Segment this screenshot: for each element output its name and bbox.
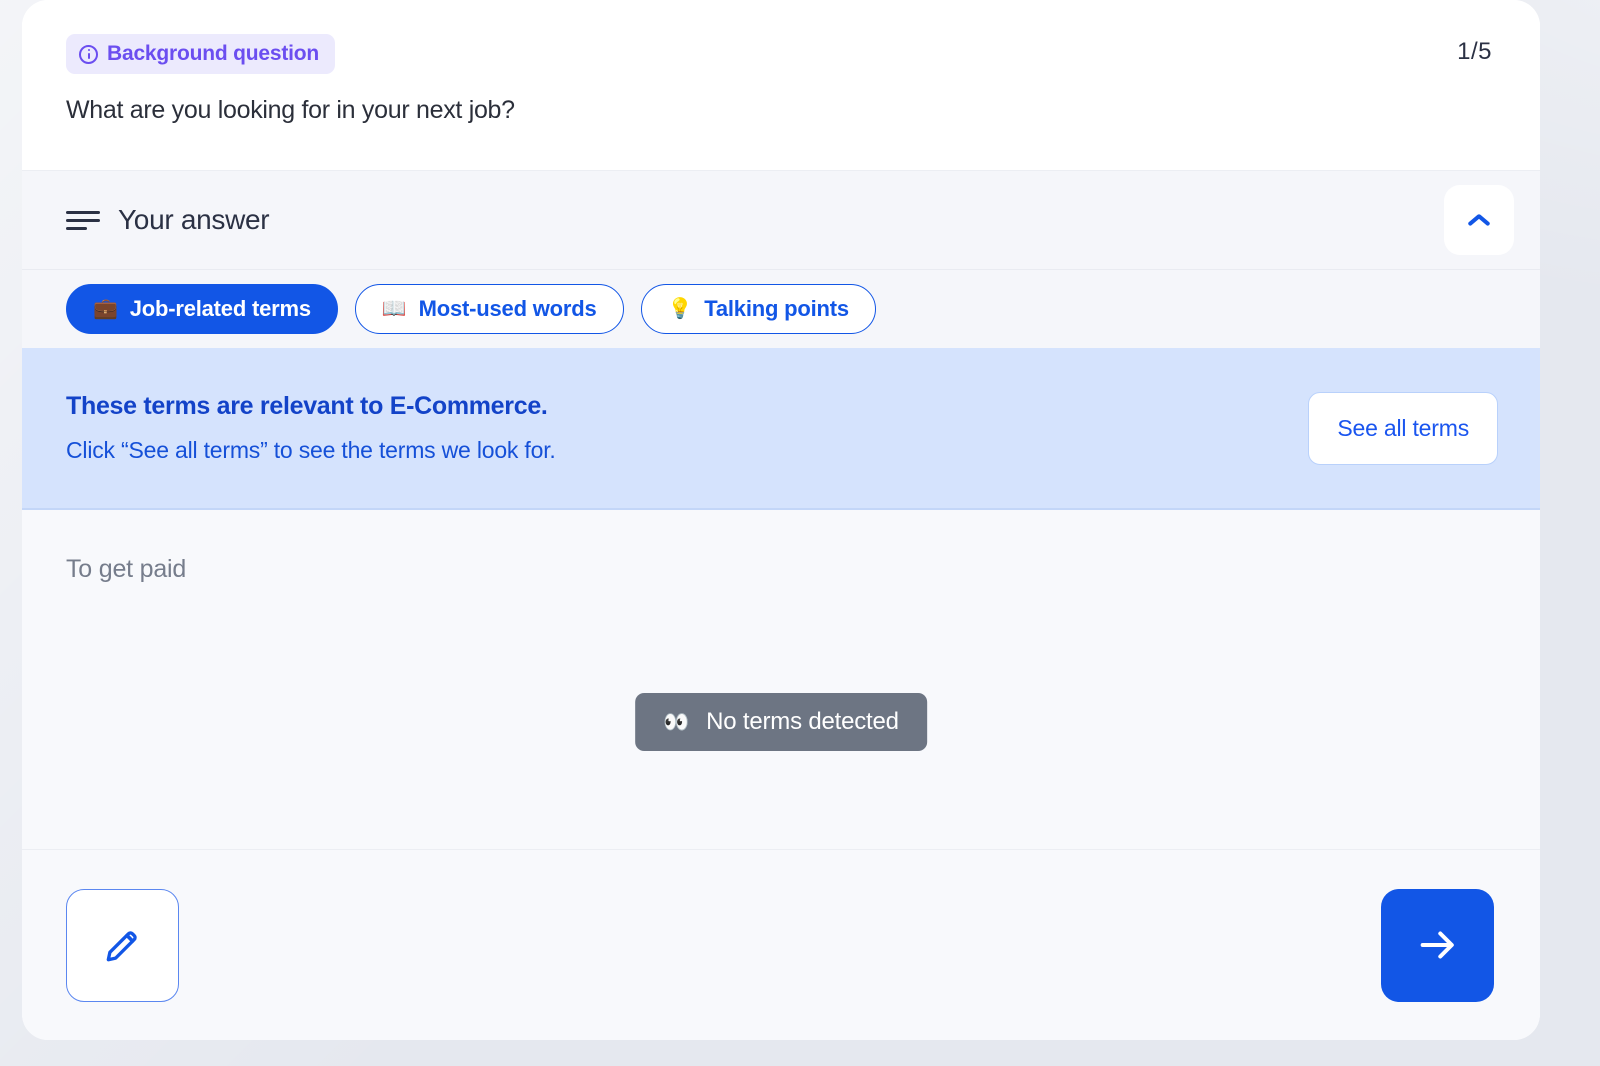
no-terms-detected-chip: 👀 No terms detected [635,693,927,751]
tab-label: Talking points [704,296,849,321]
see-all-terms-button[interactable]: See all terms [1308,391,1498,465]
tab-talking-points[interactable]: 💡 Talking points [640,284,876,334]
answer-header-left: Your answer [66,204,270,236]
lightbulb-icon: 💡 [667,298,693,320]
tab-label: Job-related terms [129,296,311,321]
next-question-button[interactable] [1381,888,1494,1002]
question-header: Background question What are you looking… [22,0,1540,171]
tab-most-used-words[interactable]: 📖 Most-used words [354,284,624,334]
bottom-toolbar [22,850,1540,1040]
banner-title: These terms are relevant to E-Commerce. [66,392,548,420]
page-title: What are you looking for in your next jo… [66,96,515,124]
tab-label: Most-used words [418,296,597,321]
badge-label: Background question [107,42,320,65]
transcript-text: To get paid [66,555,187,583]
page-counter: 1/5 [1457,38,1492,65]
tab-job-related-terms[interactable]: 💼 Job-related terms [66,284,338,334]
background-question-badge: Background question [66,34,336,74]
chevron-up-icon [1468,214,1490,227]
briefcase-icon: 💼 [93,298,118,320]
eyes-icon: 👀 [663,710,690,734]
terms-info-banner: These terms are relevant to E-Commerce. … [22,348,1540,510]
edit-answer-button[interactable] [66,888,179,1002]
transcript-area: To get paid 👀 No terms detected [22,510,1540,850]
answer-section-title: Your answer [118,204,270,235]
banner-subtitle: Click “See all terms” to see the terms w… [66,437,556,463]
arrow-right-icon [1420,931,1454,959]
analysis-tabs: 💼 Job-related terms 📖 Most-used words 💡 … [22,270,1540,348]
info-circle-icon [79,44,98,64]
pencil-icon [106,931,137,962]
question-card: Background question What are you looking… [22,0,1540,1040]
banner-text-group: These terms are relevant to E-Commerce. … [66,392,556,464]
notes-lines-icon [66,207,100,233]
open-book-icon: 📖 [381,298,407,320]
collapse-answer-button[interactable] [1444,185,1514,255]
answer-section-header: Your answer [22,171,1540,270]
no-terms-label: No terms detected [706,708,899,735]
